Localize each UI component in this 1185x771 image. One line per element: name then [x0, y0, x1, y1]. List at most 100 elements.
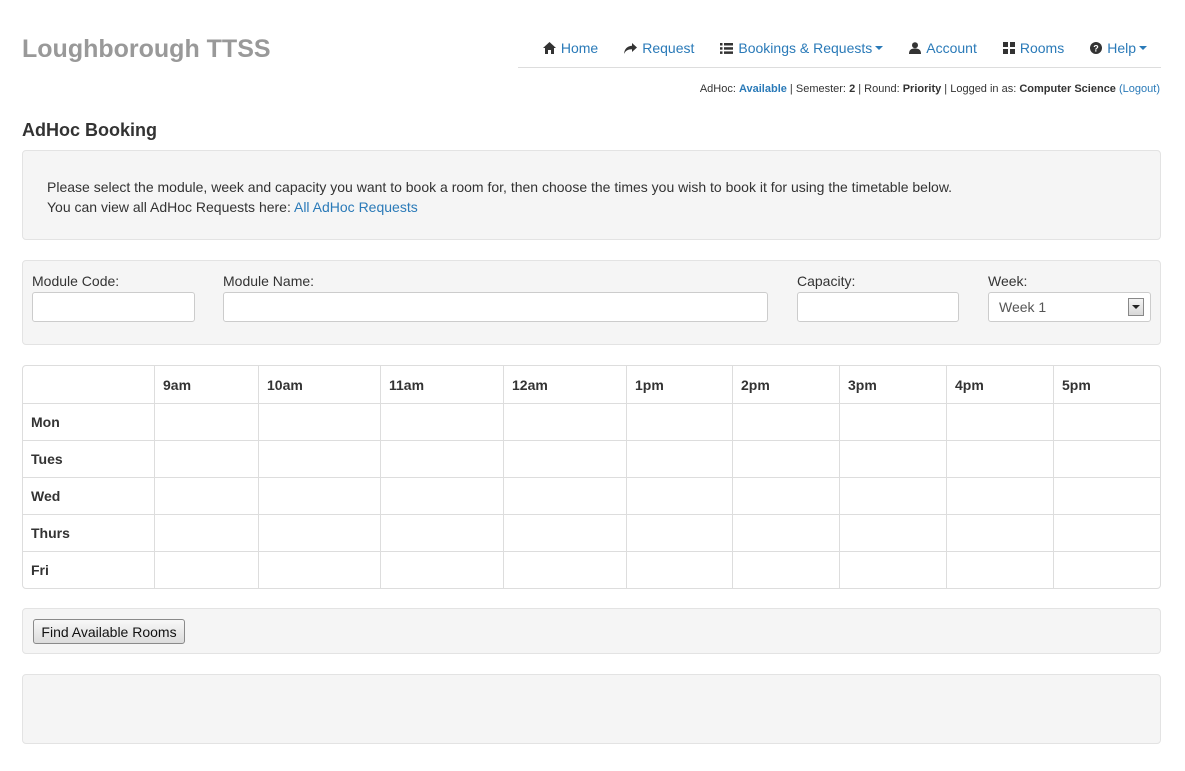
timeslot-cell[interactable] [1053, 403, 1160, 440]
timeslot-cell[interactable] [732, 514, 839, 551]
timeslot-cell[interactable] [154, 514, 258, 551]
nav-home-label: Home [560, 40, 599, 56]
timeslot-cell[interactable] [946, 440, 1053, 477]
timeslot-cell[interactable] [1053, 477, 1160, 514]
all-adhoc-requests-link[interactable]: All AdHoc Requests [294, 199, 418, 215]
week-label: Week: [988, 273, 1028, 289]
timeslot-cell[interactable] [258, 477, 380, 514]
nav-request[interactable]: Request [611, 29, 707, 68]
timetable-row: Thurs [23, 514, 1160, 551]
timeslot-cell[interactable] [503, 514, 626, 551]
timeslot-cell[interactable] [1053, 514, 1160, 551]
logout-label: Logout [1122, 83, 1157, 95]
day-label: Mon [23, 403, 154, 440]
timeslot-cell[interactable] [839, 477, 946, 514]
timeslot-cell[interactable] [1053, 440, 1160, 477]
timeslot-cell[interactable] [839, 551, 946, 588]
timeslot-cell[interactable] [258, 403, 380, 440]
timeslot-cell[interactable] [258, 551, 380, 588]
round-value: Priority [902, 83, 942, 95]
timeslot-cell[interactable] [732, 551, 839, 588]
timeslot-cell[interactable] [946, 514, 1053, 551]
day-label: Tues [23, 440, 154, 477]
nav-rooms-label: Rooms [1019, 40, 1065, 56]
main-nav: Home Request Bookings & Requests Account… [518, 29, 1161, 68]
timeslot-cell[interactable] [503, 477, 626, 514]
timeslot-cell[interactable] [839, 403, 946, 440]
list-icon [720, 42, 734, 54]
nav-bookings-label: Bookings & Requests [738, 40, 873, 56]
timeslot-cell[interactable] [626, 403, 732, 440]
timeslot-cell[interactable] [380, 477, 503, 514]
nav-help-label: Help [1107, 40, 1136, 56]
timeslot-cell[interactable] [503, 551, 626, 588]
nav-account[interactable]: Account [896, 29, 990, 68]
logout-link[interactable]: (Logout) [1119, 83, 1160, 95]
logged-in-user: Computer Science [1019, 83, 1116, 95]
capacity-input[interactable] [797, 292, 959, 322]
timeslot-cell[interactable] [258, 514, 380, 551]
share-arrow-icon [624, 42, 638, 54]
timeslot-cell[interactable] [380, 403, 503, 440]
timeslot-cell[interactable] [732, 440, 839, 477]
capacity-group: Capacity: [797, 273, 959, 322]
question-icon: ? [1090, 42, 1103, 54]
time-header: 10am [258, 366, 380, 403]
chevron-down-icon [875, 46, 884, 50]
timeslot-cell[interactable] [626, 514, 732, 551]
status-bar: AdHoc: Available | Semester: 2 | Round: … [699, 83, 1160, 95]
timeslot-cell[interactable] [946, 551, 1053, 588]
time-header: 3pm [839, 366, 946, 403]
timetable: 9am 10am 11am 12am 1pm 2pm 3pm 4pm 5pm M… [22, 365, 1161, 589]
timeslot-cell[interactable] [732, 477, 839, 514]
find-available-rooms-button[interactable]: Find Available Rooms [33, 619, 185, 644]
week-select[interactable]: Week 1 [988, 292, 1151, 322]
module-code-input[interactable] [32, 292, 195, 322]
timeslot-cell[interactable] [154, 440, 258, 477]
timeslot-cell[interactable] [258, 440, 380, 477]
adhoc-label: AdHoc: [699, 83, 736, 95]
nav-account-label: Account [926, 40, 977, 56]
home-icon [542, 42, 556, 54]
timeslot-cell[interactable] [732, 403, 839, 440]
timeslot-cell[interactable] [1053, 551, 1160, 588]
module-name-label: Module Name: [223, 273, 315, 289]
nav-home[interactable]: Home [530, 29, 611, 68]
brand-title[interactable]: Loughborough TTSS [22, 35, 271, 64]
nav-help-dropdown[interactable]: ? Help [1077, 29, 1161, 68]
timeslot-cell[interactable] [503, 403, 626, 440]
timeslot-cell[interactable] [154, 551, 258, 588]
timeslot-cell[interactable] [380, 514, 503, 551]
page-title: AdHoc Booking [22, 120, 157, 140]
timetable-row: Tues [23, 440, 1160, 477]
timeslot-cell[interactable] [626, 440, 732, 477]
timeslot-cell[interactable] [626, 477, 732, 514]
timetable-corner [23, 366, 154, 403]
time-header: 9am [154, 366, 258, 403]
day-label: Wed [23, 477, 154, 514]
time-header: 1pm [626, 366, 732, 403]
week-group: Week: Week 1 [988, 273, 1151, 322]
timeslot-cell[interactable] [380, 440, 503, 477]
timeslot-cell[interactable] [946, 403, 1053, 440]
info-text-prefix: You can view all AdHoc Requests here: [47, 199, 291, 215]
module-code-group: Module Code: [32, 273, 195, 322]
timeslot-cell[interactable] [839, 440, 946, 477]
timeslot-cell[interactable] [626, 551, 732, 588]
info-text-line1: Please select the module, week and capac… [47, 179, 953, 195]
timeslot-cell[interactable] [839, 514, 946, 551]
capacity-label: Capacity: [797, 273, 856, 289]
module-name-input[interactable] [223, 292, 768, 322]
timeslot-cell[interactable] [154, 403, 258, 440]
dropdown-arrow-icon[interactable] [1128, 298, 1144, 316]
timeslot-cell[interactable] [503, 440, 626, 477]
time-header: 11am [380, 366, 503, 403]
time-header: 5pm [1053, 366, 1160, 403]
timeslot-cell[interactable] [154, 477, 258, 514]
info-panel: Please select the module, week and capac… [22, 150, 1161, 240]
nav-bookings-dropdown[interactable]: Bookings & Requests [707, 29, 896, 68]
actions-panel: Find Available Rooms [22, 608, 1161, 654]
timeslot-cell[interactable] [946, 477, 1053, 514]
timeslot-cell[interactable] [380, 551, 503, 588]
nav-rooms[interactable]: Rooms [990, 29, 1077, 68]
